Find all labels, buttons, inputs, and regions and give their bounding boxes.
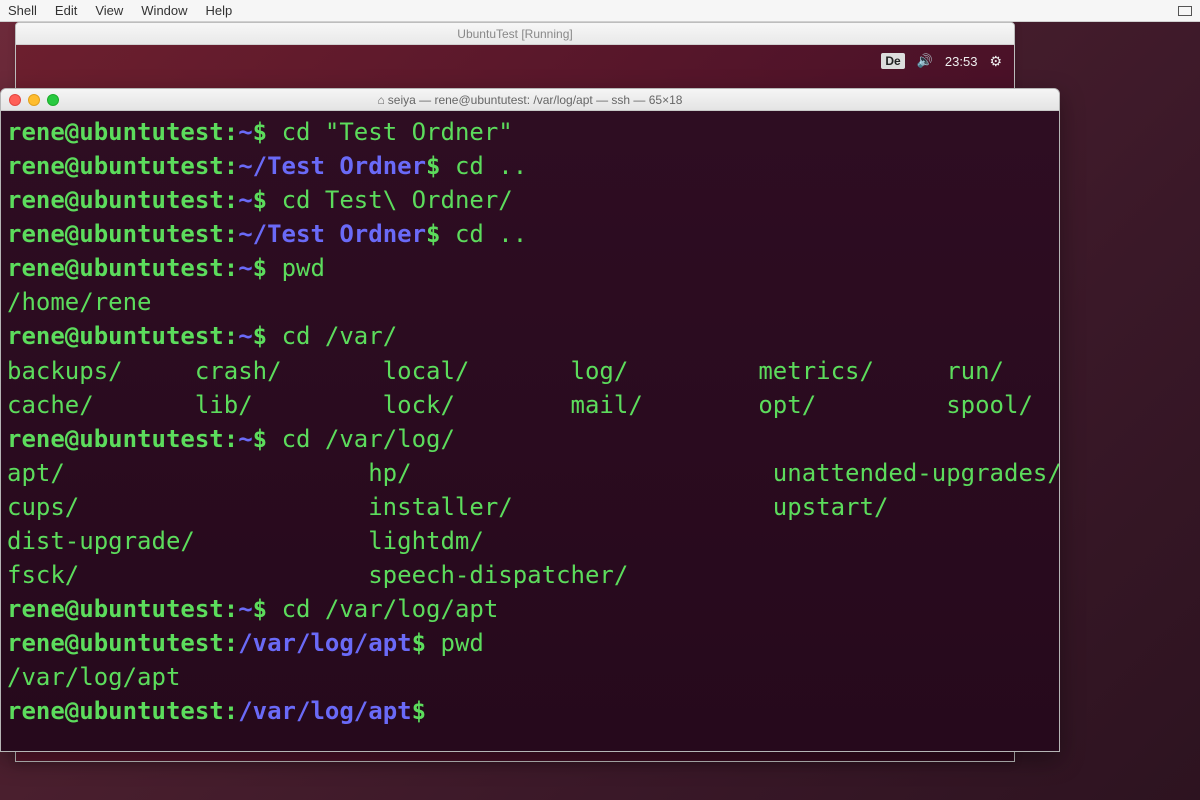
command-text: pwd [282,254,325,282]
terminal-line: /var/log/apt [7,660,1053,694]
terminal-line: apt/ hp/ unattended-upgrades/ [7,456,1053,490]
terminal-line: backups/ crash/ local/ log/ metrics/ run… [7,354,1053,388]
prompt-userhost: rene@ubuntutest [7,254,224,282]
minimize-button[interactable] [28,94,40,106]
command-text: cd "Test Ordner" [282,118,513,146]
prompt-userhost: rene@ubuntutest [7,629,224,657]
prompt-userhost: rene@ubuntutest [7,152,224,180]
terminal-line: rene@ubuntutest:~/Test Ordner$ cd .. [7,149,1053,183]
prompt-userhost: rene@ubuntutest [7,425,224,453]
menu-window[interactable]: Window [141,3,187,18]
clock-text[interactable]: 23:53 [945,54,978,69]
terminal-line: rene@ubuntutest:~/Test Ordner$ cd .. [7,217,1053,251]
dir-listing: fsck/ speech-dispatcher/ [7,561,628,589]
output-text: /home/rene [7,288,152,316]
menu-edit[interactable]: Edit [55,3,77,18]
terminal-body[interactable]: rene@ubuntutest:~$ cd "Test Ordner"rene@… [1,111,1059,751]
dir-listing: dist-upgrade/ lightdm/ [7,527,484,555]
terminal-title-text: seiya — rene@ubuntutest: /var/log/apt — … [1,93,1059,107]
prompt-path: ~ [238,322,252,350]
terminal-line: cache/ lib/ lock/ mail/ opt/ spool/ [7,388,1053,422]
command-text: cd /var/ [282,322,398,350]
traffic-lights [9,94,59,106]
terminal-line: rene@ubuntutest:~$ cd /var/log/apt [7,592,1053,626]
terminal-line: rene@ubuntutest:/var/log/apt$ [7,694,1053,728]
prompt-path: /var/log/apt [238,697,411,725]
terminal-window: seiya — rene@ubuntutest: /var/log/apt — … [0,88,1060,752]
output-text: /var/log/apt [7,663,180,691]
prompt-userhost: rene@ubuntutest [7,322,224,350]
menubar-right-icon[interactable] [1178,6,1192,16]
zoom-button[interactable] [47,94,59,106]
prompt-userhost: rene@ubuntutest [7,697,224,725]
terminal-line: rene@ubuntutest:~$ cd Test\ Ordner/ [7,183,1053,217]
terminal-line: cups/ installer/ upstart/ [7,490,1053,524]
dir-listing: backups/ crash/ local/ log/ metrics/ run… [7,357,1060,385]
home-icon [378,93,388,107]
command-text: cd Test\ Ordner/ [282,186,513,214]
prompt-userhost: rene@ubuntutest [7,220,224,248]
settings-gear-icon[interactable] [989,53,1002,70]
terminal-line: dist-upgrade/ lightdm/ [7,524,1053,558]
prompt-path: ~ [238,595,252,623]
keyboard-layout-indicator[interactable]: De [881,53,904,69]
prompt-userhost: rene@ubuntutest [7,595,224,623]
terminal-titlebar[interactable]: seiya — rene@ubuntutest: /var/log/apt — … [1,89,1059,111]
dir-listing: cache/ lib/ lock/ mail/ opt/ spool/ [7,391,1033,419]
prompt-path: ~/Test Ordner [238,220,426,248]
close-button[interactable] [9,94,21,106]
mac-menubar: Shell Edit View Window Help [0,0,1200,22]
prompt-path: /var/log/apt [238,629,411,657]
ubuntu-top-panel: De 23:53 [869,49,1014,73]
terminal-line: rene@ubuntutest:~$ cd /var/log/ [7,422,1053,456]
prompt-path: ~/Test Ordner [238,152,426,180]
dir-listing: cups/ installer/ upstart/ [7,493,888,521]
vm-title-text: UbuntuTest [Running] [457,27,572,41]
terminal-line: rene@ubuntutest:~$ pwd [7,251,1053,285]
prompt-path: ~ [238,186,252,214]
command-text: pwd [441,629,484,657]
terminal-line: /home/rene [7,285,1053,319]
menu-help[interactable]: Help [206,3,233,18]
prompt-path: ~ [238,254,252,282]
prompt-userhost: rene@ubuntutest [7,186,224,214]
volume-icon[interactable] [917,53,933,69]
terminal-line: rene@ubuntutest:/var/log/apt$ pwd [7,626,1053,660]
command-text: cd .. [455,220,527,248]
prompt-path: ~ [238,118,252,146]
prompt-userhost: rene@ubuntutest [7,118,224,146]
vm-titlebar[interactable]: UbuntuTest [Running] [16,23,1014,45]
command-text: cd /var/log/ [282,425,455,453]
command-text: cd /var/log/apt [282,595,499,623]
dir-listing: apt/ hp/ unattended-upgrades/ [7,459,1060,487]
command-text: cd .. [455,152,527,180]
prompt-path: ~ [238,425,252,453]
terminal-line: fsck/ speech-dispatcher/ [7,558,1053,592]
menu-shell[interactable]: Shell [8,3,37,18]
terminal-line: rene@ubuntutest:~$ cd /var/ [7,319,1053,353]
menu-view[interactable]: View [95,3,123,18]
terminal-line: rene@ubuntutest:~$ cd "Test Ordner" [7,115,1053,149]
